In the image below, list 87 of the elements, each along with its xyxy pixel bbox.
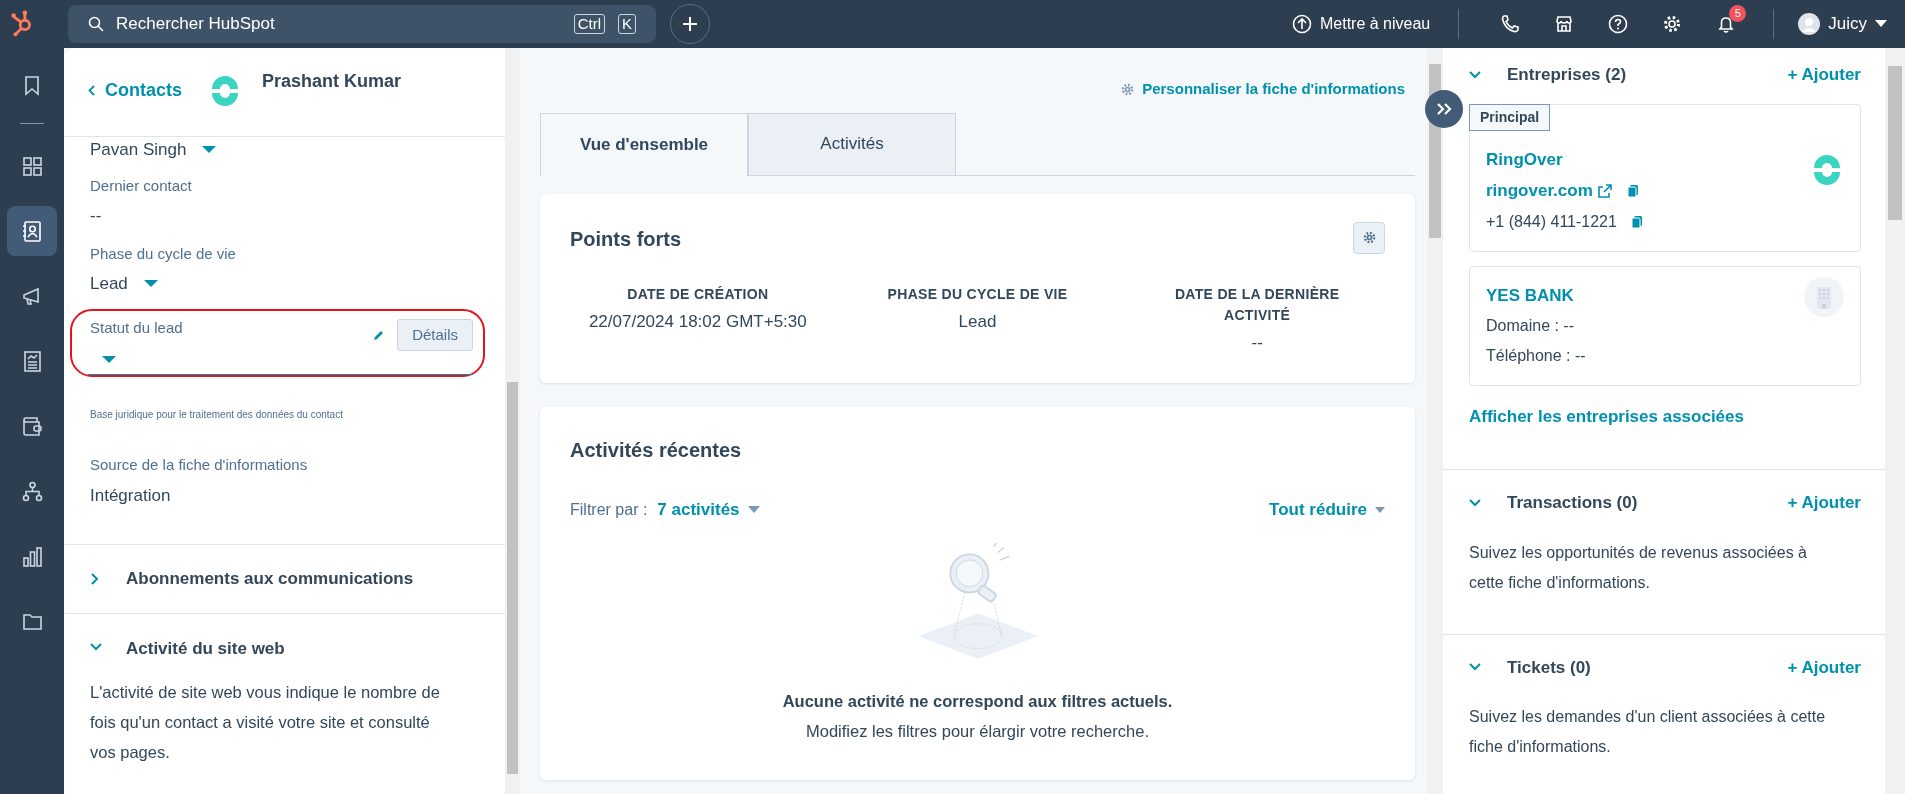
field-value: -- bbox=[90, 205, 103, 227]
double-chevron-icon bbox=[1436, 102, 1452, 116]
back-link[interactable]: Contacts bbox=[88, 77, 182, 104]
field-label: Dernier contact bbox=[90, 175, 193, 196]
phone-icon[interactable] bbox=[1500, 14, 1521, 34]
search-bar[interactable]: Rechercher HubSpot Ctrl K bbox=[68, 5, 656, 43]
stat-label: DATE DE LA DERNIÈRE ACTIVITÉ bbox=[1173, 284, 1341, 325]
card-title: Activités récentes bbox=[570, 438, 743, 463]
stat-label: PHASE DU CYCLE DE VIE bbox=[886, 284, 1069, 304]
empty-state-text: Modifiez les filtres pour élargir votre recherche. bbox=[805, 721, 1150, 743]
section-title: Tickets (0) bbox=[1507, 656, 1591, 679]
add-link[interactable]: + Ajouter bbox=[1787, 490, 1861, 516]
filter-dropdown[interactable]: 7 activités bbox=[657, 497, 760, 523]
tab[interactable]: Vue d'ensemble bbox=[540, 112, 748, 176]
helper-text: Base juridique pour le traitement des données du contact bbox=[90, 408, 344, 422]
settings-icon bbox=[1121, 82, 1135, 96]
scrollbar[interactable] bbox=[1885, 48, 1905, 794]
user-menu[interactable]: Juicy bbox=[1796, 9, 1889, 39]
pencil-icon[interactable] bbox=[372, 328, 386, 342]
stat-value: -- bbox=[1250, 331, 1264, 354]
field-dropdown[interactable]: Pavan Singh bbox=[90, 137, 217, 163]
copy-icon[interactable] bbox=[1626, 183, 1639, 198]
avatar-icon bbox=[1798, 13, 1821, 35]
customize-link[interactable]: Personnaliser la fiche d'informations bbox=[1121, 78, 1405, 101]
caret-icon bbox=[143, 279, 158, 288]
upgrade-button[interactable]: Mettre à niveau bbox=[1288, 8, 1435, 40]
shortcut-key: Ctrl bbox=[573, 14, 605, 34]
arrow-up-icon bbox=[1292, 14, 1312, 34]
company-name-link[interactable]: RingOver bbox=[1486, 144, 1810, 175]
settings-button[interactable] bbox=[1353, 221, 1385, 254]
add-button[interactable] bbox=[670, 4, 710, 44]
field-label: Source de la fiche d'informations bbox=[90, 455, 309, 475]
company-detail: Téléphone : -- bbox=[1486, 345, 1587, 366]
scrollbar[interactable] bbox=[505, 48, 520, 794]
store-icon[interactable] bbox=[1554, 14, 1575, 34]
field-dropdown[interactable]: Lead bbox=[90, 271, 158, 297]
field-label: Phase du cycle de vie bbox=[90, 243, 237, 264]
caret-icon bbox=[1375, 506, 1385, 513]
shortcut-key: K bbox=[618, 14, 636, 34]
nav-button[interactable] bbox=[7, 206, 57, 256]
tab[interactable]: Activités bbox=[748, 112, 956, 175]
add-link[interactable]: + Ajouter bbox=[1787, 62, 1861, 88]
gear-icon bbox=[1362, 231, 1376, 244]
scrollbar[interactable] bbox=[1427, 48, 1443, 794]
search-field[interactable]: Rechercher HubSpot bbox=[114, 10, 561, 38]
section-description: Suivez les opportunités de revenus associées à cette fiche d'informations. bbox=[1469, 542, 1808, 593]
external-link-icon[interactable] bbox=[1596, 182, 1613, 199]
chevron-down-icon[interactable] bbox=[1469, 498, 1481, 507]
contact-name: Prashant Kumar bbox=[262, 70, 402, 93]
card-title: Points forts bbox=[570, 226, 682, 252]
caret-icon bbox=[202, 145, 217, 154]
expand-button[interactable] bbox=[1425, 90, 1463, 128]
plus-icon bbox=[681, 15, 699, 33]
stat-value: 22/07/2024 18:02 GMT+5:30 bbox=[587, 310, 808, 333]
associated-companies-link[interactable]: Afficher les entreprises associées bbox=[1469, 403, 1744, 429]
chevron-down-icon[interactable] bbox=[1469, 70, 1481, 79]
section-title: Abonnements aux communications bbox=[126, 568, 414, 590]
field-label: Statut du lead bbox=[90, 317, 184, 338]
section-title: Transactions (0) bbox=[1507, 492, 1638, 514]
details-button[interactable]: Détails bbox=[397, 318, 473, 351]
section-title: Activité du site web bbox=[126, 637, 285, 660]
domain-link[interactable]: ringover.com bbox=[1486, 174, 1593, 207]
filter-label: Filtrer par : bbox=[570, 499, 648, 520]
field-value: Intégration bbox=[90, 484, 172, 507]
section-description: Suivez les demandes d'un client associées à cette fiche d'informations. bbox=[1469, 707, 1827, 757]
copy-icon[interactable] bbox=[1630, 214, 1643, 229]
stat-value: Lead bbox=[957, 310, 998, 333]
caret-icon bbox=[747, 506, 760, 514]
chevron-left-icon bbox=[88, 85, 95, 96]
building-icon bbox=[1804, 276, 1844, 317]
caret-icon bbox=[1875, 20, 1887, 28]
section-description: L'activité de site web vous indique le nombre de fois qu'un contact a visité votre site et consulté vos pages. bbox=[90, 682, 441, 763]
notification-count: 5 bbox=[1729, 5, 1747, 22]
company-detail: Domaine : -- bbox=[1486, 315, 1576, 336]
company-name-link[interactable]: YES BANK bbox=[1486, 280, 1804, 311]
empty-state-title: Aucune activité ne correspond aux filtres actuels. bbox=[781, 690, 1174, 712]
search-icon bbox=[88, 16, 104, 32]
dropdown-caret-icon[interactable] bbox=[102, 355, 116, 364]
primary-tag: Principal bbox=[1469, 103, 1551, 131]
collapse-all-button[interactable]: Tout réduire bbox=[1269, 497, 1385, 523]
stat-label: DATE DE CRÉATION bbox=[626, 284, 770, 304]
section-title: Entreprises (2) bbox=[1507, 64, 1627, 86]
add-link[interactable]: + Ajouter bbox=[1787, 654, 1861, 680]
chevron-down-icon[interactable] bbox=[1469, 663, 1481, 672]
phone-number: +1 (844) 411-1221 bbox=[1486, 211, 1617, 232]
help-icon[interactable] bbox=[1608, 14, 1629, 34]
settings-icon[interactable] bbox=[1662, 14, 1683, 34]
